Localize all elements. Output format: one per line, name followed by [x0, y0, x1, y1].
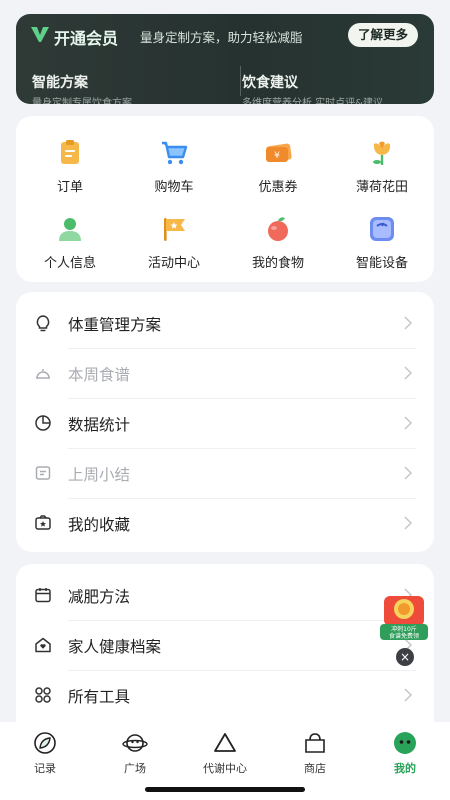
- diet-advice-subtitle: 多维度营养分析 实时点评&建议: [242, 98, 383, 104]
- tab-label: 广场: [124, 762, 146, 775]
- vip-logo-icon: [31, 27, 49, 42]
- flower-icon: [373, 141, 391, 165]
- promo-close-button[interactable]: ×: [396, 648, 414, 666]
- menu-row-weekly-summary[interactable]: 上周小结: [16, 448, 434, 498]
- chevron-right-icon: [404, 516, 412, 530]
- menu-row-weekly-recipe[interactable]: 本周食谱: [16, 348, 434, 398]
- cart-icon: [162, 141, 188, 165]
- grid-label: 活动中心: [147, 256, 200, 271]
- row-label: 本周食谱: [68, 366, 131, 384]
- flag-icon: [164, 218, 185, 241]
- chevron-right-icon: [404, 316, 412, 330]
- diet-advice-title[interactable]: 饮食建议: [242, 72, 298, 92]
- menu-card-tools: 减肥方法 家人健康档案 所有工具: [16, 564, 434, 734]
- order-icon: [61, 140, 79, 164]
- row-label: 减肥方法: [68, 588, 131, 606]
- chevron-right-icon: [404, 416, 412, 430]
- calendar-icon: [35, 588, 51, 603]
- chevron-right-icon: [404, 466, 412, 480]
- learn-more-button[interactable]: 了解更多: [347, 23, 418, 47]
- mine-icon: [394, 732, 416, 754]
- promo-text-1: 冲刺10斤: [391, 625, 417, 633]
- tab-metabolism[interactable]: 代谢中心: [180, 730, 270, 776]
- tab-label: 我的: [394, 762, 416, 775]
- grid-label: 智能设备: [355, 256, 408, 271]
- grid-label: 薄荷花田: [355, 180, 408, 195]
- menu-row-weight-plan[interactable]: 体重管理方案: [16, 298, 434, 348]
- planet-icon: [122, 734, 148, 752]
- cloche-icon: [36, 369, 50, 379]
- tab-label: 商店: [304, 762, 326, 775]
- grid-item-coupon[interactable]: ¥ 优惠券: [226, 138, 330, 195]
- tab-label: 记录: [34, 762, 56, 775]
- vip-divider: [240, 66, 241, 96]
- pie-chart-icon: [35, 415, 51, 431]
- vip-title: 开通会员: [54, 29, 119, 48]
- grid-item-devices[interactable]: 智能设备: [330, 214, 434, 271]
- triangle-icon: [214, 733, 236, 752]
- grid-label: 我的食物: [251, 256, 304, 271]
- grid-label: 优惠券: [258, 180, 298, 195]
- promo-text-2: 食谱免费领: [389, 632, 419, 640]
- chevron-right-icon: [404, 688, 412, 702]
- menu-row-family-health[interactable]: 家人健康档案: [16, 620, 434, 670]
- vip-slogan: 量身定制方案，助力轻松减脂: [140, 30, 303, 45]
- menu-row-statistics[interactable]: 数据统计: [16, 398, 434, 448]
- menu-row-weight-loss-methods[interactable]: 减肥方法: [16, 570, 434, 620]
- grid-item-cart[interactable]: 购物车: [122, 138, 226, 195]
- grid-item-order[interactable]: 订单: [18, 138, 122, 195]
- tools-grid-icon: [35, 687, 51, 703]
- summary-icon: [35, 466, 51, 480]
- tab-label: 代谢中心: [203, 762, 247, 775]
- tab-square[interactable]: 广场: [90, 730, 180, 776]
- tab-shop[interactable]: 商店: [270, 730, 360, 776]
- row-label: 我的收藏: [68, 516, 131, 534]
- menu-card-plans: 体重管理方案 本周食谱 数据统计 上周小结 我的收藏: [16, 292, 434, 552]
- smart-plan-title[interactable]: 智能方案: [32, 72, 88, 92]
- person-icon: [59, 218, 81, 241]
- grid-item-my-food[interactable]: 我的食物: [226, 214, 330, 271]
- grid-item-flower[interactable]: 薄荷花田: [330, 138, 434, 195]
- row-label: 家人健康档案: [68, 638, 162, 656]
- record-leaf-icon: [34, 732, 56, 754]
- promo-float-icon[interactable]: 冲刺10斤 食谱免费领: [378, 592, 430, 642]
- tab-record[interactable]: 记录: [0, 730, 90, 776]
- row-label: 体重管理方案: [68, 316, 162, 334]
- coupon-icon: ¥: [266, 143, 292, 163]
- vip-header: 开通会员 量身定制方案，助力轻松减脂 了解更多: [16, 14, 434, 54]
- smart-plan-subtitle: 量身定制专属饮食方案: [32, 98, 132, 104]
- menu-row-favorites[interactable]: 我的收藏: [16, 498, 434, 548]
- bulb-icon: [36, 315, 50, 332]
- scale-icon: [370, 217, 394, 241]
- vip-banner[interactable]: 开通会员 量身定制方案，助力轻松减脂 了解更多 智能方案 量身定制专属饮食方案 …: [16, 14, 434, 104]
- row-label: 数据统计: [68, 416, 131, 434]
- favorite-icon: [35, 515, 51, 530]
- feature-grid: 订单 购物车 ¥ 优惠券 薄荷花田 个人信息 活动中心 我的食物 智能设备: [16, 116, 434, 282]
- grid-item-personal-info[interactable]: 个人信息: [18, 214, 122, 271]
- grid-item-activity[interactable]: 活动中心: [122, 214, 226, 271]
- apple-icon: [268, 217, 288, 241]
- tab-mine[interactable]: 我的: [360, 730, 450, 776]
- grid-label: 个人信息: [43, 256, 96, 271]
- shop-icon: [305, 733, 325, 753]
- family-home-icon: [35, 637, 51, 653]
- row-label: 所有工具: [68, 688, 131, 706]
- home-indicator: [145, 787, 305, 792]
- chevron-right-icon: [404, 366, 412, 380]
- row-label: 上周小结: [68, 466, 131, 484]
- grid-label: 订单: [56, 180, 83, 195]
- menu-row-all-tools[interactable]: 所有工具: [16, 670, 434, 720]
- grid-label: 购物车: [154, 180, 194, 195]
- svg-text:¥: ¥: [274, 151, 280, 161]
